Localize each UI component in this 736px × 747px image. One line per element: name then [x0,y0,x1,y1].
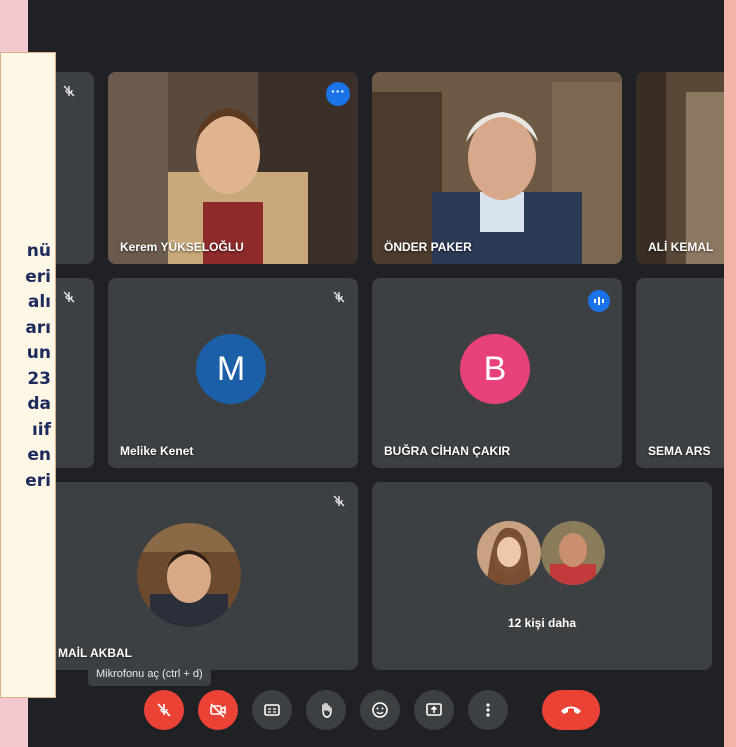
avatar [137,523,241,627]
captions-icon [264,704,280,716]
note-line: ıif [31,419,51,440]
microphone-button[interactable] [144,690,184,730]
participant-video [636,72,724,264]
end-call-button[interactable] [542,690,600,730]
captions-button[interactable] [252,690,292,730]
camera-button[interactable] [198,690,238,730]
tile-ismail[interactable]: MAİL AKBAL [28,482,358,670]
note-line: 23 [27,368,51,389]
present-icon [426,703,442,716]
tile-more-participants[interactable]: 12 kişi daha [372,482,712,670]
tile-ali[interactable]: ALİ KEMAL [636,72,724,264]
avatar: B [460,334,530,404]
note-text: nü eri alı arı un 23 da ıif en eri [25,239,51,494]
note-line: nü [26,241,51,261]
participant-video [372,72,622,264]
emoji-button[interactable] [360,690,400,730]
participant-name: Melike Kenet [120,444,194,458]
note-line: en [27,445,51,465]
tile-melike[interactable]: M Melike Kenet [108,278,358,468]
note-line: eri [25,470,51,491]
tile-sema[interactable]: SEMA ARS [636,278,724,468]
note-line: alı [27,292,51,312]
mic-off-icon [63,85,75,97]
participant-name: Kerem YÜKSELOĞLU [120,240,244,254]
note-line: eri [25,266,51,287]
note-card: nü eri alı arı un 23 da ıif en eri [0,52,56,698]
end-call-icon [561,706,581,714]
meeting-window: ··· Kerem YÜKSELOĞLU ÖNDER PAKER ALİ KEM… [28,0,724,747]
speaking-indicator-icon [588,290,610,312]
camera-off-icon [210,703,226,718]
mic-off-icon [333,495,345,507]
avatar [541,521,605,585]
participant-video [108,72,358,264]
mic-off-icon [63,291,75,303]
participant-name: ALİ KEMAL [648,240,714,254]
emoji-icon [372,702,388,718]
tile-kerem[interactable]: ··· Kerem YÜKSELOĞLU [108,72,358,264]
participant-name: BUĞRA CİHAN ÇAKIR [384,444,511,458]
more-options-icon[interactable]: ··· [326,82,350,106]
mic-off-icon [333,291,345,303]
tooltip: Mikrofonu aç (ctrl + d) [88,662,211,686]
background-right [724,0,736,747]
participant-name: ÖNDER PAKER [384,240,472,254]
more-options-button[interactable] [468,690,508,730]
avatar: M [196,334,266,404]
note-line: un [26,343,51,363]
raise-hand-button[interactable] [306,690,346,730]
tile-onder[interactable]: ÖNDER PAKER [372,72,622,264]
note-line: arı [25,317,51,338]
avatar [477,521,541,585]
tile-bugra[interactable]: B BUĞRA CİHAN ÇAKIR [372,278,622,468]
more-participants-label: 12 kişi daha [507,616,577,630]
note-line: da [27,394,51,414]
microphone-off-icon [157,703,171,717]
participant-name: SEMA ARS [648,444,711,458]
raise-hand-icon [322,702,332,718]
present-button[interactable] [414,690,454,730]
participant-name: MAİL AKBAL [58,646,132,660]
more-options-icon [486,703,490,717]
